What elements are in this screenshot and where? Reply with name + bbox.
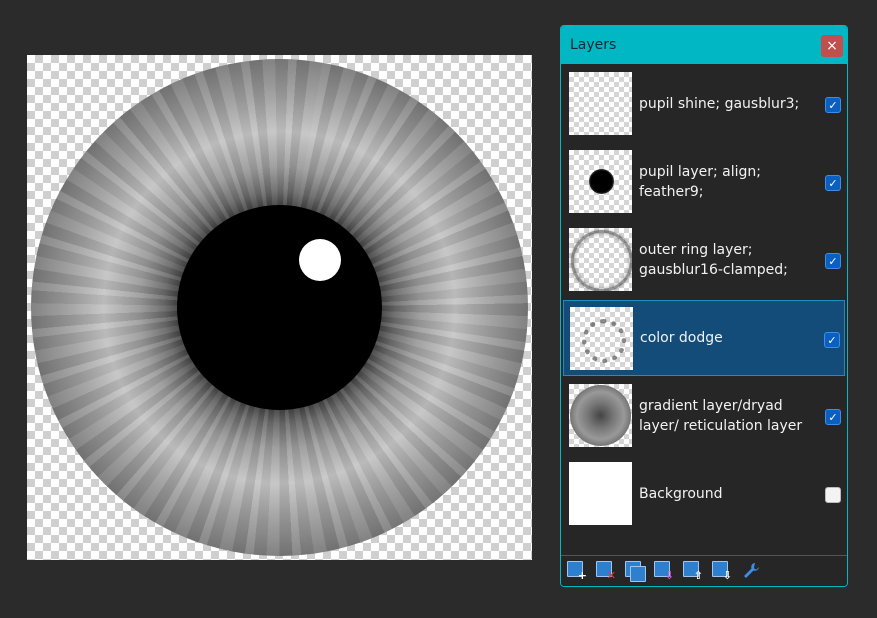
- layer-properties-icon[interactable]: [741, 561, 761, 581]
- layer-visibility-checkbox[interactable]: [825, 487, 841, 503]
- layer-visibility-checkbox[interactable]: ✓: [824, 332, 840, 348]
- layer-name: Background: [639, 486, 723, 502]
- layer-thumbnail: [569, 150, 632, 213]
- layer-name: pupil layer; align; feather9;: [639, 164, 762, 200]
- layer-row-color-dodge[interactable]: color dodge ✓: [563, 300, 845, 376]
- layers-panel: Layers × pupil shine; gausblur3; ✓ pupil…: [560, 25, 848, 587]
- pupil: [177, 205, 382, 410]
- pupil-shine: [299, 239, 341, 281]
- layer-name: color dodge: [640, 330, 723, 346]
- layer-visibility-checkbox[interactable]: ✓: [825, 409, 841, 425]
- layer-row-pupil-shine[interactable]: pupil shine; gausblur3; ✓: [563, 66, 845, 142]
- layer-thumbnail: [569, 72, 632, 135]
- layer-thumbnail: [570, 307, 633, 370]
- add-layer-icon[interactable]: +: [567, 561, 587, 581]
- layer-visibility-checkbox[interactable]: ✓: [825, 97, 841, 113]
- close-icon: ×: [826, 38, 838, 54]
- layer-thumbnail: [569, 384, 632, 447]
- move-layer-down-icon[interactable]: ⇩: [712, 561, 732, 581]
- image-canvas[interactable]: [27, 55, 532, 560]
- merge-down-icon[interactable]: ⇩: [654, 561, 674, 581]
- layer-thumbnail: [569, 462, 632, 525]
- layer-thumbnail: [569, 228, 632, 291]
- layer-name: outer ring layer; gausblur16-clamped;: [639, 242, 788, 278]
- delete-layer-icon[interactable]: ✕: [596, 561, 616, 581]
- layer-visibility-checkbox[interactable]: ✓: [825, 253, 841, 269]
- layer-row-outer-ring[interactable]: outer ring layer; gausblur16-clamped; ✓: [563, 222, 845, 298]
- close-button[interactable]: ×: [821, 35, 843, 57]
- layer-name: pupil shine; gausblur3;: [639, 96, 800, 112]
- eye-image: [31, 59, 528, 556]
- layer-row-gradient[interactable]: gradient layer/dryad layer/ reticulation…: [563, 378, 845, 454]
- layer-name: gradient layer/dryad layer/ reticulation…: [639, 398, 803, 434]
- layer-row-pupil[interactable]: pupil layer; align; feather9; ✓: [563, 144, 845, 220]
- layers-titlebar[interactable]: Layers ×: [561, 26, 847, 64]
- move-layer-up-icon[interactable]: ⇧: [683, 561, 703, 581]
- layer-row-background[interactable]: Background: [563, 456, 845, 532]
- duplicate-layer-icon[interactable]: [625, 561, 646, 582]
- layer-visibility-checkbox[interactable]: ✓: [825, 175, 841, 191]
- layers-toolbar: + ✕ ⇩ ⇧ ⇩: [561, 555, 847, 586]
- panel-title: Layers: [570, 37, 617, 53]
